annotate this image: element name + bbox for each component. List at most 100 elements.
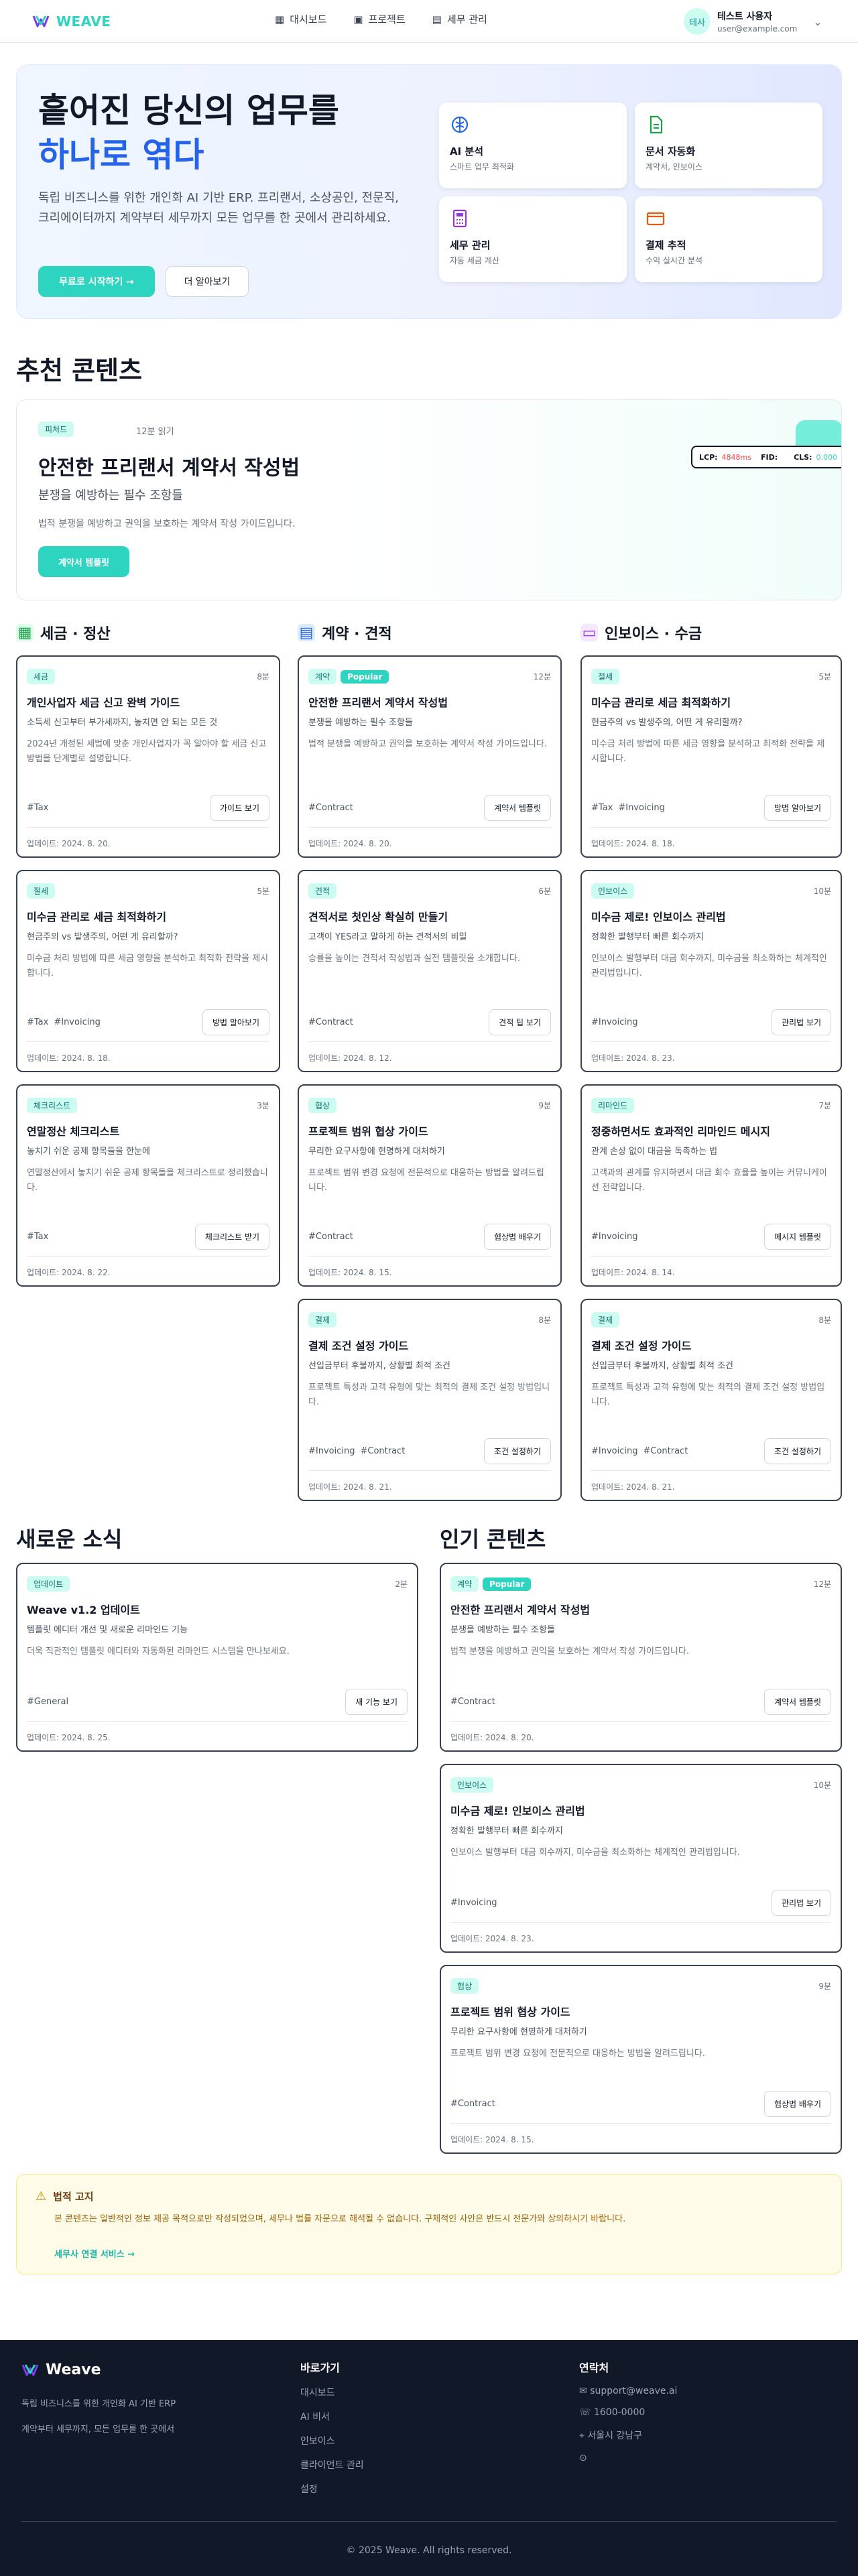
footer-link-settings[interactable]: 설정 — [300, 2482, 364, 2496]
card-action-button[interactable]: 조건 설정하기 — [483, 1438, 551, 1464]
footer-link-invoice[interactable]: 인보이스 — [300, 2434, 364, 2447]
nav-dashboard[interactable]: ▦ 대시보드 — [275, 12, 326, 26]
phone-icon: ☏ — [579, 2407, 591, 2418]
content-card[interactable]: 협상 9분 프로젝트 범위 협상 가이드 무리한 요구사항에 현명하게 대처하기… — [440, 1965, 842, 2154]
card-action-button[interactable]: 계약서 템플릿 — [763, 1689, 831, 1715]
card-action-button[interactable]: 관리법 보기 — [771, 1009, 831, 1035]
user-menu[interactable]: 테사 테스트 사용자 user@example.com ⌄ — [684, 8, 822, 35]
content-card[interactable]: 체크리스트 3분 연말정산 체크리스트 놓치기 쉬운 공제 항목들을 한눈에 연… — [16, 1084, 280, 1287]
footer-phone[interactable]: ☏ 1600-0000 — [579, 2407, 677, 2418]
dashboard-icon: ▦ — [275, 13, 285, 25]
updated-date: 업데이트: 2024. 8. 18. — [27, 1053, 111, 1063]
tag[interactable]: #Contract — [360, 1446, 405, 1456]
content-card[interactable]: 견적 6분 견적서로 첫인상 확실히 만들기 고객이 YES라고 말하게 하는 … — [298, 870, 562, 1072]
footer-brand[interactable]: Weave — [21, 2362, 101, 2378]
tag[interactable]: #Invoicing — [450, 1898, 497, 1908]
tag[interactable]: #Tax — [27, 1017, 48, 1027]
phone-text: 1600-0000 — [593, 2407, 646, 2418]
card-action-button[interactable]: 협상법 배우기 — [763, 2091, 831, 2117]
content-card[interactable]: 인보이스 10분 미수금 제로! 인보이스 관리법 정확한 발행부터 빠른 회수… — [440, 1764, 842, 1953]
cls-label: CLS: — [794, 452, 812, 462]
category-badge: 절세 — [591, 669, 620, 684]
category-badge: 체크리스트 — [27, 1098, 78, 1113]
tag[interactable]: #Contract — [450, 1697, 495, 1707]
card-action-button[interactable]: 가이드 보기 — [209, 795, 269, 821]
legal-notice: ⚠ 법적 고지 본 콘텐츠는 일반적인 정보 제공 목적으로만 작성되었으며, … — [16, 2174, 842, 2274]
updated-date: 업데이트: 2024. 8. 20. — [308, 839, 392, 848]
user-name: 테스트 사용자 — [717, 11, 773, 22]
card-desc: 프로젝트 범위 변경 요청에 전문적으로 대응하는 방법을 알려드립니다. — [308, 1168, 544, 1193]
divider — [27, 1256, 269, 1257]
tag[interactable]: #Invoicing — [591, 1232, 637, 1242]
hero-description: 독립 비즈니스를 위한 개인화 AI 기반 ERP. 프리랜서, 소상공인, 전… — [38, 191, 399, 225]
top-navbar: WEAVE ▦ 대시보드 ▣ 프로젝트 ▤ 세무 관리 테사 테스트 사용자 user… — [0, 0, 858, 43]
card-action-button[interactable]: 방법 알아보기 — [763, 795, 831, 821]
footer-link-clients[interactable]: 클라이언트 관리 — [300, 2458, 364, 2471]
content-card[interactable]: 계약 Popular 12분 안전한 프리랜서 계약서 작성법 분쟁을 예방하는 … — [440, 1563, 842, 1752]
card-action-button[interactable]: 계약서 템플릿 — [483, 795, 551, 821]
card-tags: #Contract — [308, 1017, 353, 1027]
tag[interactable]: #Tax — [27, 803, 48, 813]
nav-tax[interactable]: ▤ 세무 관리 — [432, 12, 487, 26]
card-desc: 프로젝트 특성과 고객 유형에 맞는 최적의 결제 조건 설정 방법입니다. — [591, 1382, 825, 1407]
content-card[interactable]: 결제 8분 결제 조건 설정 가이드 선입금부터 후불까지, 상황별 최적 조건… — [580, 1299, 842, 1501]
tag[interactable]: #Invoicing — [591, 1017, 637, 1027]
legal-title: 법적 고지 — [53, 2191, 94, 2203]
footer-link-dashboard[interactable]: 대시보드 — [300, 2386, 364, 2399]
card-tags: #Invoicing — [591, 1017, 637, 1027]
feature-title: 문서 자동화 — [646, 145, 696, 157]
card-action-button[interactable]: 견적 팁 보기 — [489, 1009, 551, 1035]
content-card[interactable]: 절세 5분 미수금 관리로 세금 최적화하기 현금주의 vs 발생주의, 어떤 … — [580, 655, 842, 858]
contract-template-button[interactable]: 계약서 템플릿 — [38, 546, 129, 577]
card-tags: #Tax #Invoicing — [591, 803, 665, 813]
card-title: 개인사업자 세금 신고 완벽 가이드 — [27, 696, 180, 709]
brand-logo[interactable]: WEAVE — [32, 13, 111, 29]
content-card[interactable]: 계약 Popular 12분 안전한 프리랜서 계약서 작성법 분쟁을 예방하는 … — [298, 655, 562, 858]
tag[interactable]: #Tax — [27, 1232, 48, 1242]
read-time: 9분 — [538, 1101, 551, 1110]
nav-label: 세무 관리 — [446, 13, 487, 25]
tag[interactable]: #Invoicing — [308, 1446, 355, 1456]
footer-email[interactable]: ✉ support@weave.ai — [579, 2386, 677, 2396]
feature-desc: 계약서, 인보이스 — [646, 162, 702, 172]
feature-desc: 수익 실시간 분석 — [646, 256, 702, 265]
card-action-button[interactable]: 메시지 템플릿 — [763, 1224, 831, 1250]
content-card[interactable]: 협상 9분 프로젝트 범위 협상 가이드 무리한 요구사항에 현명하게 대처하기… — [298, 1084, 562, 1287]
category-badge: 협상 — [308, 1098, 337, 1113]
user-email: user@example.com — [717, 24, 798, 34]
card-action-button[interactable]: 조건 설정하기 — [763, 1438, 831, 1464]
tag[interactable]: #Contract — [450, 2099, 495, 2109]
card-desc: 프로젝트 범위 변경 요청에 전문적으로 대응하는 방법을 알려드립니다. — [450, 2049, 705, 2059]
tag[interactable]: #Contract — [643, 1446, 688, 1456]
tag[interactable]: #Tax — [591, 803, 613, 813]
card-action-button[interactable]: 새 기능 보기 — [345, 1689, 408, 1715]
read-time: 12분 읽기 — [136, 427, 174, 437]
tag[interactable]: #Contract — [308, 803, 353, 813]
tax-advisor-link[interactable]: 세무사 연결 서비스 → — [54, 2247, 822, 2260]
content-card[interactable]: 리마인드 7분 정중하면서도 효과적인 리마인드 메시지 관계 손상 없이 대금… — [580, 1084, 842, 1287]
footer-link-ai[interactable]: AI 비서 — [300, 2410, 364, 2423]
tag[interactable]: #Contract — [308, 1017, 353, 1027]
start-free-button[interactable]: 무료로 시작하기 → — [38, 266, 155, 297]
card-action-button[interactable]: 관리법 보기 — [771, 1890, 831, 1916]
card-subtitle: 선입금부터 후불까지, 상황별 최적 조건 — [591, 1361, 734, 1371]
card-action-button[interactable]: 방법 알아보기 — [202, 1009, 269, 1035]
github-icon[interactable]: ⊙ — [579, 2453, 677, 2463]
content-card[interactable]: 절세 5분 미수금 관리로 세금 최적화하기 현금주의 vs 발생주의, 어떤 … — [16, 870, 280, 1072]
tag[interactable]: #Invoicing — [54, 1017, 100, 1027]
nav-projects[interactable]: ▣ 프로젝트 — [353, 12, 405, 26]
tag[interactable]: #Invoicing — [591, 1446, 637, 1456]
card-subtitle: 놓치기 쉬운 공제 항목들을 한눈에 — [27, 1147, 150, 1157]
tag[interactable]: #Invoicing — [618, 803, 664, 813]
learn-more-button[interactable]: 더 알아보기 — [166, 266, 249, 297]
card-action-button[interactable]: 체크리스트 받기 — [194, 1224, 269, 1250]
content-card[interactable]: 업데이트 2분 Weave v1.2 업데이트 템플릿 에디터 개선 및 새로운… — [16, 1563, 418, 1752]
card-title: 안전한 프리랜서 계약서 작성법 — [450, 1604, 591, 1616]
content-card[interactable]: 결제 8분 결제 조건 설정 가이드 선입금부터 후불까지, 상황별 최적 조건… — [298, 1299, 562, 1501]
divider — [591, 1041, 831, 1042]
content-card[interactable]: 인보이스 10분 미수금 제로! 인보이스 관리법 정확한 발행부터 빠른 회수… — [580, 870, 842, 1072]
tag[interactable]: #Contract — [308, 1232, 353, 1242]
content-card[interactable]: 세금 8분 개인사업자 세금 신고 완벽 가이드 소득세 신고부터 부가세까지,… — [16, 655, 280, 858]
tag[interactable]: #General — [27, 1697, 68, 1707]
card-action-button[interactable]: 협상법 배우기 — [483, 1224, 551, 1250]
